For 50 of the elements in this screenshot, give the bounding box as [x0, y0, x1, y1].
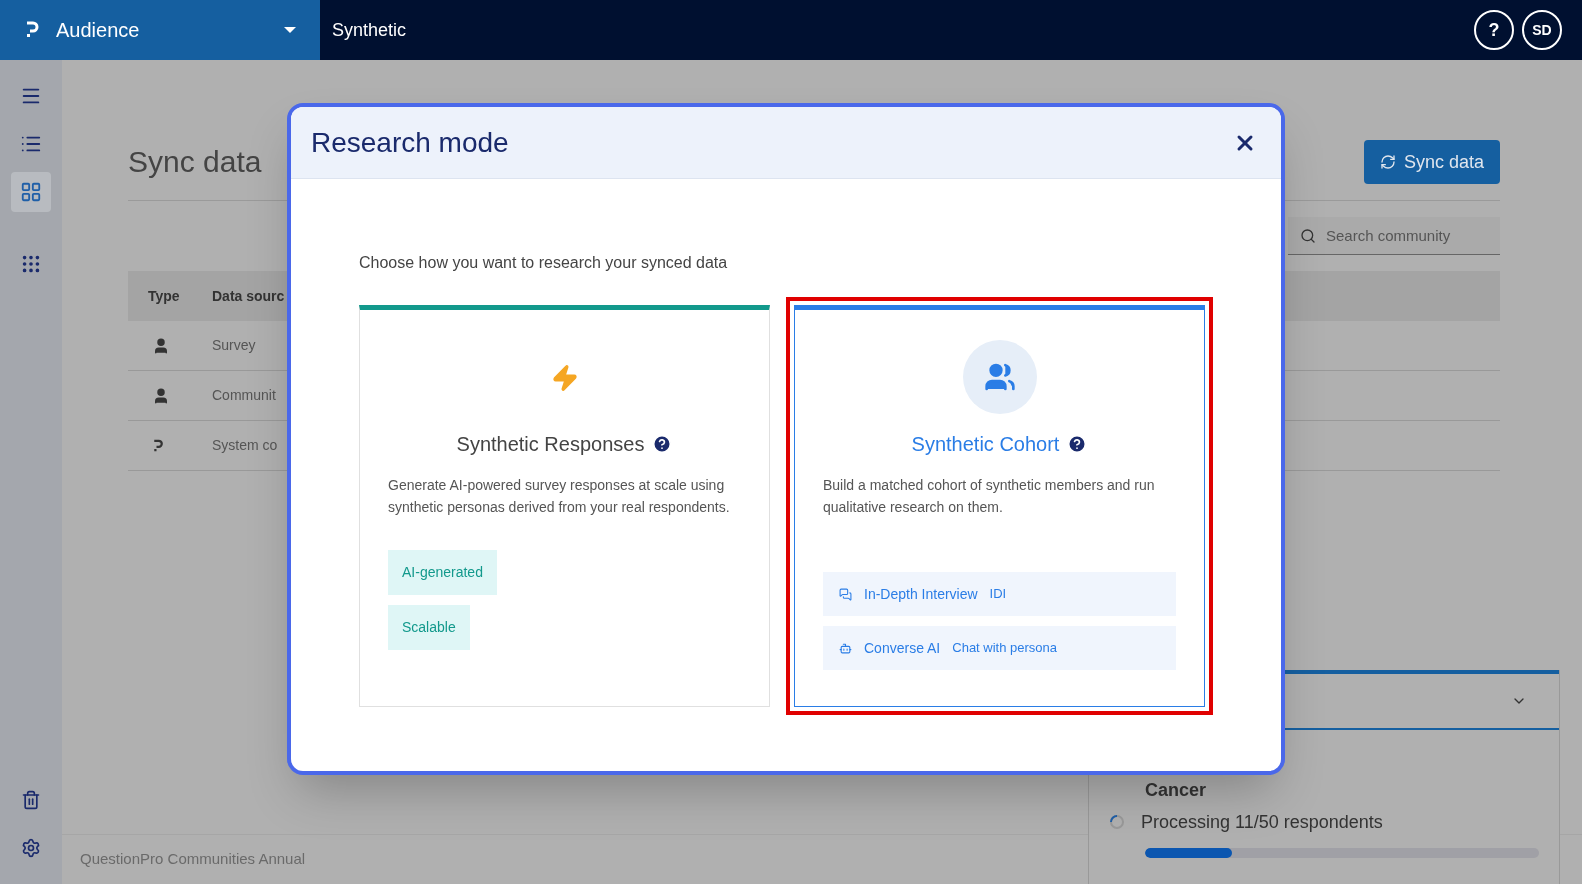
card-description: Generate AI-powered survey responses at scale using synthetic personas derived from your real respondents.: [388, 476, 731, 517]
column-header: Data sourc: [212, 286, 285, 306]
grid-icon: [20, 181, 42, 203]
progress-label: Cancer: [1145, 779, 1208, 802]
workspace-selector[interactable]: Audience: [0, 0, 320, 60]
logo-icon: [24, 20, 40, 40]
avatar-button[interactable]: SD: [1522, 10, 1562, 50]
person-icon: [152, 336, 170, 355]
help-icon[interactable]: [1067, 434, 1088, 454]
help-button[interactable]: ?: [1474, 10, 1514, 50]
search-field[interactable]: Search community: [1288, 217, 1500, 255]
page-title: Synthetic: [332, 19, 408, 42]
chat-icon: [839, 587, 852, 601]
spinner-icon: [1109, 814, 1125, 830]
bot-icon: [839, 641, 852, 655]
option-label: In-Depth Interview: [864, 584, 978, 604]
help-icon[interactable]: [652, 434, 673, 454]
option-note: Chat with persona: [952, 639, 1058, 658]
intro-text: Choose how you want to research your synced data: [359, 253, 729, 273]
dialog-title: Research mode: [311, 125, 509, 160]
people-icon: [983, 361, 1016, 393]
card-title: Synthetic Responses: [456, 432, 645, 457]
mode-card[interactable]: Synthetic Cohort Build a matched cohort of synthetic members and run qualitative research on them. In-Depth Interview IDI Converse AI Chat with persona: [794, 305, 1205, 707]
method-option[interactable]: In-Depth Interview IDI: [823, 572, 1176, 616]
option-label: Converse AI: [864, 638, 941, 658]
method-option[interactable]: Converse AI Chat with persona: [823, 626, 1176, 670]
person-icon: [152, 386, 170, 405]
progress-status: Processing 11/50 respondents: [1141, 811, 1383, 834]
footer-text: QuestionPro Communities Annual: [80, 849, 306, 870]
feature-tag: AI-generated: [388, 550, 497, 595]
sync-icon: [1379, 154, 1396, 170]
caret-icon: [284, 26, 296, 34]
section-title: Sync data: [128, 144, 262, 180]
card-title: Synthetic Cohort: [911, 432, 1060, 457]
logo-icon: [152, 437, 164, 454]
table-cell-text: Survey: [212, 336, 256, 355]
mode-card[interactable]: Synthetic Responses Generate AI-powered survey responses at scale using synthetic personas derived from your real respondents. AI-generated Scalable: [359, 305, 770, 707]
card-description: Build a matched cohort of synthetic members and run qualitative research on them.: [823, 476, 1156, 517]
apps-icon: [20, 253, 42, 275]
table-cell-text: Communit: [212, 386, 276, 405]
table-cell-text: System co: [212, 436, 278, 455]
trash-icon: [21, 790, 41, 810]
sidebar-item[interactable]: [11, 172, 51, 212]
search-icon: [1300, 228, 1316, 244]
feature-tag: Scalable: [388, 605, 470, 650]
option-note: IDI: [989, 585, 1007, 604]
lightning-icon: [550, 364, 579, 392]
column-header: Type: [147, 286, 181, 306]
settings-icon: [21, 838, 41, 858]
sync-data-button[interactable]: Sync data: [1363, 140, 1500, 184]
